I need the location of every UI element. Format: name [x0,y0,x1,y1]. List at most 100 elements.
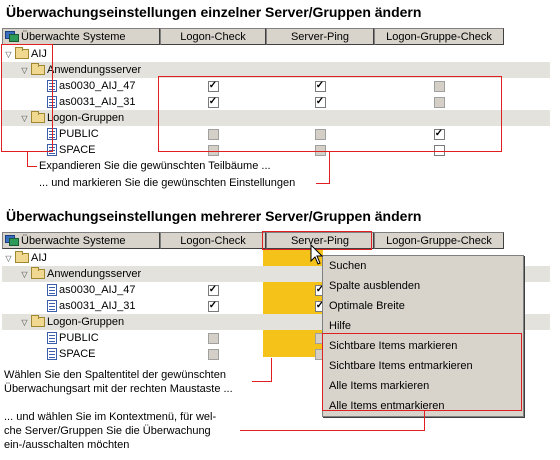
check-cell: ✓ [160,94,266,110]
column-header-2[interactable]: Server-Ping [266,28,374,45]
column-header-1[interactable]: Logon-Check [160,232,266,249]
context-menu-item[interactable]: Sichtbare Items entmarkieren [323,356,523,376]
folder-icon [15,251,29,263]
tree-cell: SPACE [36,346,95,362]
section2-note1-line2: Überwachungsart mit der rechten Maustast… [4,383,233,395]
check-cell: ✓ [266,94,374,110]
table-row[interactable]: PUBLIC ✓ [2,126,550,142]
monitoring-checkbox[interactable]: ✓ [207,80,219,92]
column-header-3[interactable]: Logon-Gruppe-Check [374,28,504,45]
server-document-icon [47,284,57,296]
monitoring-checkbox[interactable]: ✓ [207,300,219,312]
triangle-down-icon[interactable]: ▽ [20,270,29,279]
connector-line-1h [27,166,37,167]
context-menu-item[interactable]: Alle Items entmarkieren [323,396,523,416]
context-menu-item[interactable]: Optimale Breite [323,296,523,316]
tree-item-label: Logon-Gruppen [47,112,125,124]
monitor-grid-single: Überwachte Systeme Logon-Check Server-Ping… [2,28,550,158]
context-menu-item[interactable]: Alle Items markieren [323,376,523,396]
tree-cell: ▽ Logon-Gruppen [20,110,124,126]
section2-heading: Überwachungseinstellungen mehrerer Serve… [6,208,422,224]
monitoring-checkbox [433,96,445,108]
tree-item-label: Anwendungsserver [47,64,142,76]
check-cell [374,142,504,158]
context-menu-item[interactable]: Sichtbare Items markieren [323,336,523,356]
tree-item-label: Anwendungsserver [47,268,142,280]
connector-line-4h [240,430,425,431]
column-header-0[interactable]: Überwachte Systeme [2,28,160,45]
tree-item-label: as0031_AIJ_31 [59,300,136,312]
monitoring-checkbox[interactable]: ✓ [314,80,326,92]
monitoring-checkbox [314,128,326,140]
context-menu-item[interactable]: Spalte ausblenden [323,276,523,296]
tree-item-label: AIJ [31,48,47,60]
monitoring-checkbox[interactable] [433,144,445,156]
section2-note2-line1: ... und wählen Sie im Kontextmenü, für w… [4,411,217,423]
tree-item-label: PUBLIC [59,332,99,344]
tree-item-label: as0030_AIJ_47 [59,80,136,92]
check-cell [160,142,266,158]
column-header-label: Logon-Gruppe-Check [386,30,492,43]
context-menu: Suchen Spalte ausblenden Optimale Breite Hi… [322,255,524,417]
tree-item-label: SPACE [59,144,96,156]
folder-icon [15,47,29,59]
triangle-down-icon[interactable]: ▽ [20,114,29,123]
tree-group-row[interactable]: ▽ Logon-Gruppen [2,110,550,126]
tree-cell: SPACE [36,142,95,158]
tree-cell: as0030_AIJ_47 [36,78,135,94]
monitoring-checkbox [207,144,219,156]
table-row[interactable]: as0031_AIJ_31 ✓ ✓ [2,94,550,110]
server-document-icon [47,144,57,156]
context-menu-item[interactable]: Suchen [323,256,523,276]
tree-item-label: as0031_AIJ_31 [59,96,136,108]
monitoring-checkbox [207,128,219,140]
column-header-label: Logon-Check [180,30,246,43]
context-menu-item[interactable]: Hilfe [323,316,523,336]
section1-note2: ... und markieren Sie die gewünschten Ei… [39,177,296,189]
column-header-0[interactable]: Überwachte Systeme [2,232,160,249]
server-document-icon [47,300,57,312]
mouse-pointer-icon [310,244,324,265]
check-cell: ✓ [160,78,266,94]
monitoring-checkbox[interactable]: ✓ [207,96,219,108]
connector-line-3h [252,381,272,382]
column-header-label: Überwachte Systeme [21,234,126,247]
tree-cell: ▽ Anwendungsserver [20,62,141,78]
tree-group-row[interactable]: ▽ AIJ [2,46,550,62]
folder-icon [31,111,45,123]
section1-note1: Expandieren Sie die gewünschten Teilbäum… [39,160,271,172]
folder-icon [31,63,45,75]
tree-group-row[interactable]: ▽ Anwendungsserver [2,62,550,78]
check-cell: ✓ [266,78,374,94]
tree-item-label: AIJ [31,252,47,264]
triangle-down-icon[interactable]: ▽ [20,318,29,327]
check-cell [160,126,266,142]
triangle-down-icon[interactable]: ▽ [4,50,13,59]
check-cell [160,346,266,362]
table-row[interactable]: SPACE [2,142,550,158]
check-cell [266,126,374,142]
server-document-icon [47,332,57,344]
server-document-icon [47,96,57,108]
tree-cell: as0031_AIJ_31 [36,298,135,314]
monitoring-checkbox [207,348,219,360]
tree-cell: as0030_AIJ_47 [36,282,135,298]
server-document-icon [47,348,57,360]
monitoring-checkbox[interactable]: ✓ [433,128,445,140]
tree-item-label: as0030_AIJ_47 [59,284,136,296]
section2-note1-line1: Wählen Sie den Spaltentitel der gewünsch… [4,369,226,381]
triangle-down-icon[interactable]: ▽ [4,254,13,263]
server-document-icon [47,80,57,92]
column-header-3[interactable]: Logon-Gruppe-Check [374,232,504,249]
folder-icon [31,315,45,327]
monitoring-checkbox[interactable]: ✓ [314,96,326,108]
monitoring-checkbox[interactable]: ✓ [207,284,219,296]
tree-item-label: SPACE [59,348,96,360]
triangle-down-icon[interactable]: ▽ [20,66,29,75]
tree-cell: as0031_AIJ_31 [36,94,135,110]
table-row[interactable]: as0030_AIJ_47 ✓ ✓ [2,78,550,94]
column-header-label: Logon-Check [180,234,246,247]
monitoring-checkbox [433,80,445,92]
tree-item-label: Logon-Gruppen [47,316,125,328]
column-header-1[interactable]: Logon-Check [160,28,266,45]
